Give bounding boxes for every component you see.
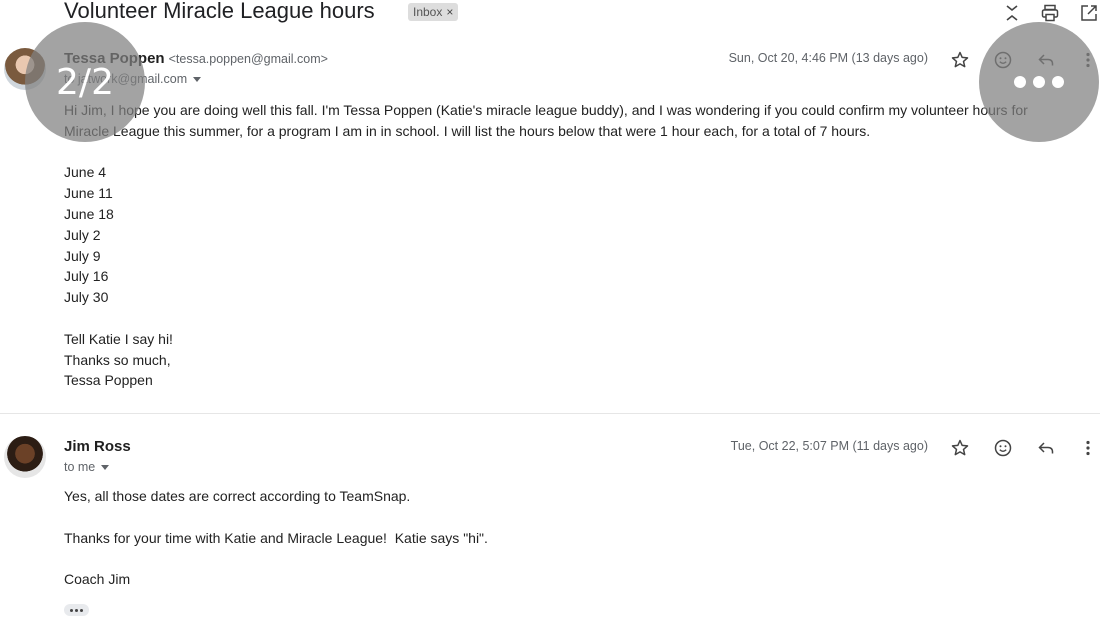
signature: Coach Jim — [64, 571, 131, 588]
emoji-reaction-icon[interactable] — [991, 436, 1015, 460]
show-trimmed-content-button[interactable] — [64, 604, 89, 616]
recipient-line: to me — [64, 460, 110, 474]
email-message-1: Tessa Poppen<tessa.poppen@gmail.com> to … — [0, 40, 1119, 410]
chevron-down-icon[interactable] — [101, 465, 110, 471]
more-vertical-icon[interactable] — [1076, 436, 1100, 460]
volunteer-date: June 11 — [64, 185, 113, 202]
star-icon[interactable] — [948, 48, 972, 72]
sender-email: <tessa.poppen@gmail.com> — [168, 52, 328, 66]
sender-name[interactable]: Jim Ross — [64, 438, 131, 455]
message-body: Hi Jim, I hope you are doing well this f… — [64, 100, 1074, 391]
volunteer-date: July 30 — [64, 289, 109, 306]
expand-collapse-icon[interactable] — [1001, 2, 1023, 24]
open-in-new-window-icon[interactable] — [1078, 2, 1100, 24]
body-line: Yes, all those dates are correct accordi… — [64, 488, 411, 504]
remove-label-icon[interactable]: × — [446, 5, 453, 19]
message-divider — [0, 413, 1100, 414]
subject-row: Volunteer Miracle League hours Inbox × — [0, 0, 1119, 28]
volunteer-date: July 2 — [64, 226, 101, 243]
chevron-down-icon[interactable] — [193, 77, 202, 83]
email-subject: Volunteer Miracle League hours — [64, 0, 375, 23]
avatar[interactable] — [4, 436, 46, 478]
volunteer-date: June 4 — [64, 164, 107, 181]
more-horizontal-icon[interactable] — [979, 22, 1099, 142]
page-counter-overlay: 2/2 — [25, 22, 145, 142]
closing-line: Thanks so much, — [64, 351, 171, 368]
body-line: Thanks for your time with Katie and Mira… — [64, 529, 488, 546]
sender-line: Jim Ross — [64, 438, 131, 455]
email-message-2: Jim Ross to me Tue, Oct 22, 5:07 PM (11 … — [0, 428, 1119, 624]
message-body: Yes, all those dates are correct accordi… — [64, 486, 1074, 590]
volunteer-date: June 18 — [64, 205, 114, 222]
body-intro: Hi Jim, I hope you are doing well this f… — [64, 102, 1028, 139]
inbox-label-chip[interactable]: Inbox × — [408, 3, 459, 21]
message-date: Sun, Oct 20, 4:46 PM (13 days ago) — [728, 51, 928, 65]
volunteer-date: July 16 — [64, 268, 109, 285]
print-icon[interactable] — [1039, 2, 1061, 24]
signature: Tessa Poppen — [64, 372, 153, 389]
star-icon[interactable] — [948, 436, 972, 460]
volunteer-date: July 9 — [64, 247, 101, 264]
message-date: Tue, Oct 22, 5:07 PM (11 days ago) — [730, 439, 928, 453]
recipient-text: to me — [64, 460, 96, 474]
closing-line: Tell Katie I say hi! — [64, 330, 173, 347]
label-text: Inbox — [413, 5, 443, 19]
reply-icon[interactable] — [1034, 436, 1058, 460]
